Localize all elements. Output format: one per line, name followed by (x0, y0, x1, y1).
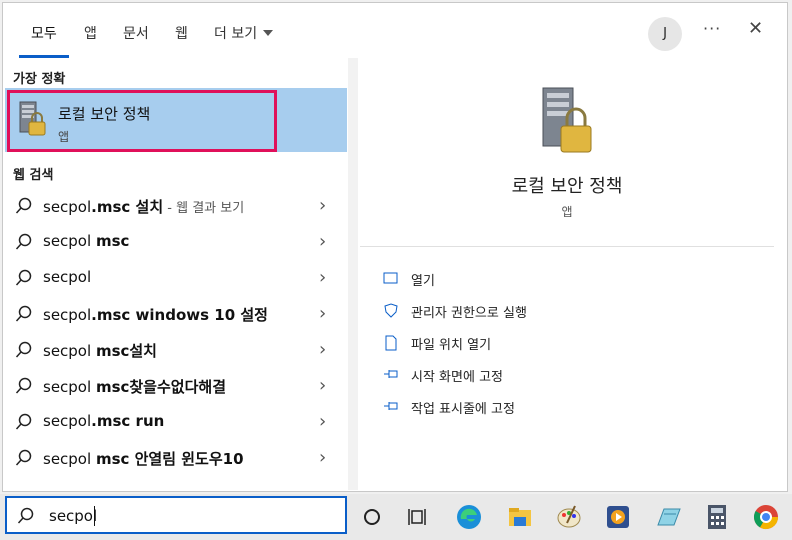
search-result-text: secpol msc (43, 232, 129, 250)
tab-documents[interactable]: 문서 (123, 23, 149, 43)
query-prefix: secpol (43, 268, 92, 286)
search-result-row[interactable]: secpol msc 안열림 윈도우10 › (5, 440, 347, 476)
query-prefix: secpol (43, 198, 92, 216)
search-icon (17, 507, 34, 524)
best-match-title: 로컬 보안 정책 (58, 105, 151, 123)
file-explorer-icon[interactable] (506, 503, 534, 531)
search-result-row[interactable]: secpol msc설치 › (5, 332, 347, 368)
query-prefix: secpol (43, 306, 92, 324)
search-icon (15, 233, 32, 250)
search-result-row[interactable]: secpol.msc windows 10 설정 › (5, 296, 347, 332)
column-divider (348, 58, 358, 490)
query-prefix: secpol (43, 378, 96, 396)
file-location-icon (385, 335, 397, 351)
suggestion-bold: msc 안열림 윈도우10 (95, 450, 244, 468)
detail-divider (360, 246, 774, 247)
open-icon (383, 272, 398, 284)
query-prefix: secpol (43, 342, 96, 360)
action-run-as-admin-label: 관리자 권한으로 실행 (411, 306, 527, 321)
pin-icon (384, 402, 398, 410)
active-tab-indicator (19, 55, 69, 58)
search-icon (15, 197, 32, 214)
action-pin-start-label: 시작 화면에 고정 (411, 370, 503, 385)
search-result-text: secpol msc찾을수없다해결 (43, 376, 226, 397)
app-detail-title: 로컬 보안 정책 (511, 176, 623, 197)
web-search-header: 웹 검색 (13, 168, 54, 183)
tab-apps[interactable]: 앱 (84, 23, 97, 43)
search-result-row[interactable]: secpol.msc run › (5, 404, 347, 440)
more-options-button[interactable]: ··· (703, 19, 721, 38)
task-view-icon[interactable] (404, 503, 432, 531)
chevron-right-icon[interactable]: › (319, 195, 326, 216)
search-result-row[interactable]: secpol › (5, 260, 347, 296)
app-detail-subtitle: 앱 (561, 205, 573, 219)
chevron-right-icon[interactable]: › (319, 303, 326, 324)
chevron-right-icon[interactable]: › (319, 411, 326, 432)
chevron-right-icon[interactable]: › (319, 339, 326, 360)
suggestion-bold: msc설치 (95, 342, 157, 360)
query-prefix: secpol (43, 412, 92, 430)
close-button[interactable]: ✕ (748, 18, 763, 39)
search-icon (15, 377, 32, 394)
tab-web[interactable]: 웹 (175, 23, 188, 43)
action-pin-taskbar-label: 작업 표시줄에 고정 (411, 402, 515, 417)
search-result-row[interactable]: secpol msc찾을수없다해결 › (5, 368, 347, 404)
suggestion-bold: msc (95, 232, 130, 250)
search-result-row[interactable]: secpol.msc 설치 - 웹 결과 보기 › (5, 188, 347, 224)
search-result-text: secpol.msc windows 10 설정 (43, 304, 268, 325)
edge-icon[interactable] (455, 503, 483, 531)
cortana-icon[interactable] (358, 503, 386, 531)
avatar[interactable]: J (648, 17, 682, 51)
best-match-header: 가장 정확 (13, 72, 66, 87)
suggestion-bold: .msc windows 10 설정 (91, 306, 268, 324)
web-hint: - 웹 결과 보기 (163, 201, 245, 216)
notepad-icon[interactable] (654, 503, 682, 531)
best-match-subtitle: 앱 (58, 130, 70, 144)
pin-icon (384, 370, 398, 378)
tab-more[interactable]: 더 보기 (214, 23, 274, 43)
search-result-text: secpol (43, 268, 91, 286)
text-caret (94, 506, 95, 526)
query-prefix: secpol (43, 232, 96, 250)
search-result-text: secpol.msc run (43, 412, 164, 430)
search-icon (15, 341, 32, 358)
action-open-label: 열기 (411, 274, 435, 289)
query-prefix: secpol (43, 450, 96, 468)
chevron-right-icon[interactable]: › (319, 267, 326, 288)
chrome-icon[interactable] (752, 503, 780, 531)
search-icon (15, 449, 32, 466)
suggestion-bold: .msc run (91, 412, 165, 430)
chevron-right-icon[interactable]: › (319, 447, 326, 468)
search-result-text: secpol.msc 설치 - 웹 결과 보기 (43, 196, 244, 217)
search-result-row[interactable]: secpol msc › (5, 224, 347, 260)
tab-more-label: 더 보기 (214, 26, 258, 42)
shield-icon (384, 303, 398, 318)
calculator-icon[interactable] (703, 503, 731, 531)
search-tabs: 모두 앱 문서 웹 더 보기 J ··· ✕ (3, 3, 787, 61)
search-box[interactable]: secpol (5, 496, 347, 534)
search-icon (15, 413, 32, 430)
paint-icon[interactable] (555, 503, 583, 531)
search-result-text: secpol msc설치 (43, 340, 157, 361)
media-player-icon[interactable] (604, 503, 632, 531)
chevron-down-icon (263, 30, 274, 36)
suggestion-bold: .msc 설치 (91, 198, 164, 216)
security-policy-icon (19, 101, 46, 136)
tab-all[interactable]: 모두 (31, 23, 57, 43)
security-policy-large-icon (542, 87, 592, 153)
chevron-right-icon[interactable]: › (319, 231, 326, 252)
search-result-text: secpol msc 안열림 윈도우10 (43, 448, 244, 469)
chevron-right-icon[interactable]: › (319, 375, 326, 396)
suggestion-bold: msc찾을수없다해결 (95, 378, 226, 396)
action-open-file-location-label: 파일 위치 열기 (411, 338, 492, 353)
search-input[interactable]: secpol (49, 507, 97, 525)
search-icon (15, 305, 32, 322)
search-icon (15, 269, 32, 286)
